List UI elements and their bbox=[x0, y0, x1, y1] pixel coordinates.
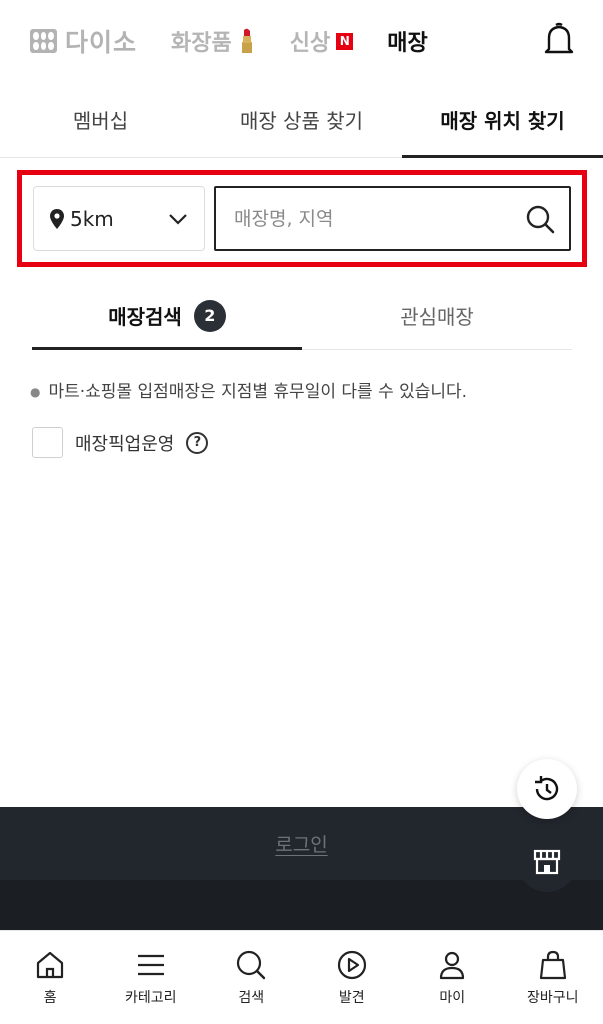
store-shortcut-button[interactable] bbox=[517, 832, 577, 892]
tab-membership[interactable]: 멤버십 bbox=[0, 82, 201, 157]
bottom-nav-discover-label: 발견 bbox=[338, 989, 365, 1006]
home-icon bbox=[37, 951, 64, 978]
distance-value: 5km bbox=[70, 206, 114, 231]
tab-store-product-search[interactable]: 매장 상품 찾기 bbox=[201, 82, 402, 157]
play-icon bbox=[337, 950, 366, 979]
footer: 로그인 bbox=[0, 807, 603, 930]
logo-text: 다이소 bbox=[65, 28, 138, 57]
tab-store-search-label: 매장검색 bbox=[108, 305, 182, 329]
top-header: 다이소 화장품 신상 N 매장 bbox=[0, 0, 603, 82]
bottom-nav-category[interactable]: 카테고리 bbox=[101, 931, 202, 1024]
search-icon bbox=[237, 950, 266, 979]
search-icon[interactable] bbox=[525, 204, 555, 234]
tab-favorite-stores[interactable]: 관심매장 bbox=[302, 282, 572, 349]
top-nav-cosmetics[interactable]: 화장품 bbox=[171, 25, 256, 57]
bottom-nav-discover[interactable]: 발견 bbox=[302, 931, 403, 1024]
search-area-highlight: 5km bbox=[17, 170, 587, 267]
menu-icon bbox=[137, 954, 164, 975]
footer-sub bbox=[0, 880, 603, 930]
bullet-icon: ● bbox=[30, 385, 41, 399]
tab-store-search[interactable]: 매장검색 2 bbox=[32, 282, 302, 350]
sub-tabs: 멤버십 매장 상품 찾기 매장 위치 찾기 bbox=[0, 82, 603, 158]
notice-content: 마트·쇼핑몰 입점매장은 지점별 휴무일이 다를 수 있습니다. bbox=[48, 382, 468, 402]
distance-select[interactable]: 5km bbox=[33, 186, 205, 251]
notice-text: ● 마트·쇼핑몰 입점매장은 지점별 휴무일이 다를 수 있습니다. bbox=[30, 377, 467, 402]
bottom-nav-search-label: 검색 bbox=[238, 989, 265, 1006]
search-box bbox=[214, 186, 571, 251]
shopping-bag-icon bbox=[539, 950, 566, 979]
history-icon bbox=[535, 776, 559, 801]
top-nav-store[interactable]: 매장 bbox=[387, 25, 427, 57]
bottom-nav-category-label: 카테고리 bbox=[124, 989, 177, 1006]
help-icon[interactable]: ? bbox=[186, 431, 209, 454]
recent-history-button[interactable] bbox=[517, 759, 577, 819]
top-nav-new[interactable]: 신상 N bbox=[289, 25, 354, 57]
lipstick-icon bbox=[241, 28, 252, 53]
bottom-nav-my-label: 마이 bbox=[439, 989, 466, 1006]
location-pin-icon bbox=[50, 208, 64, 229]
footer-login-link[interactable]: 로그인 bbox=[0, 807, 603, 880]
bottom-nav-my[interactable]: 마이 bbox=[402, 931, 503, 1024]
bottom-nav: 홈 카테고리 검색 발견 마이 장바구니 bbox=[0, 930, 603, 1024]
pickup-label: 매장픽업운영 bbox=[75, 433, 175, 455]
person-icon bbox=[440, 951, 465, 979]
logo-mark-icon bbox=[30, 29, 57, 53]
bottom-nav-home-label: 홈 bbox=[43, 989, 57, 1006]
bottom-nav-cart[interactable]: 장바구니 bbox=[503, 931, 603, 1024]
bottom-nav-search[interactable]: 검색 bbox=[201, 931, 302, 1024]
top-nav-new-label: 신상 bbox=[289, 31, 331, 56]
daiso-logo[interactable]: 다이소 bbox=[30, 23, 137, 59]
bottom-nav-home[interactable]: 홈 bbox=[0, 931, 101, 1024]
bottom-nav-cart-label: 장바구니 bbox=[526, 989, 579, 1006]
chevron-down-icon bbox=[169, 213, 187, 225]
tab-favorite-stores-label: 관심매장 bbox=[400, 305, 474, 329]
pickup-filter: 매장픽업운영 ? bbox=[32, 427, 209, 458]
store-tabs: 매장검색 2 관심매장 bbox=[32, 282, 572, 350]
top-nav-cosmetics-label: 화장품 bbox=[171, 31, 232, 56]
store-search-input[interactable] bbox=[234, 207, 525, 230]
pickup-checkbox[interactable] bbox=[32, 427, 63, 458]
new-badge: N bbox=[336, 32, 354, 50]
top-nav: 화장품 신상 N 매장 bbox=[171, 25, 428, 57]
bell-icon[interactable] bbox=[543, 22, 575, 58]
store-count-badge: 2 bbox=[193, 299, 226, 332]
tab-store-location-search[interactable]: 매장 위치 찾기 bbox=[402, 82, 603, 158]
storefront-icon bbox=[533, 849, 561, 875]
top-nav-store-label: 매장 bbox=[387, 31, 428, 56]
